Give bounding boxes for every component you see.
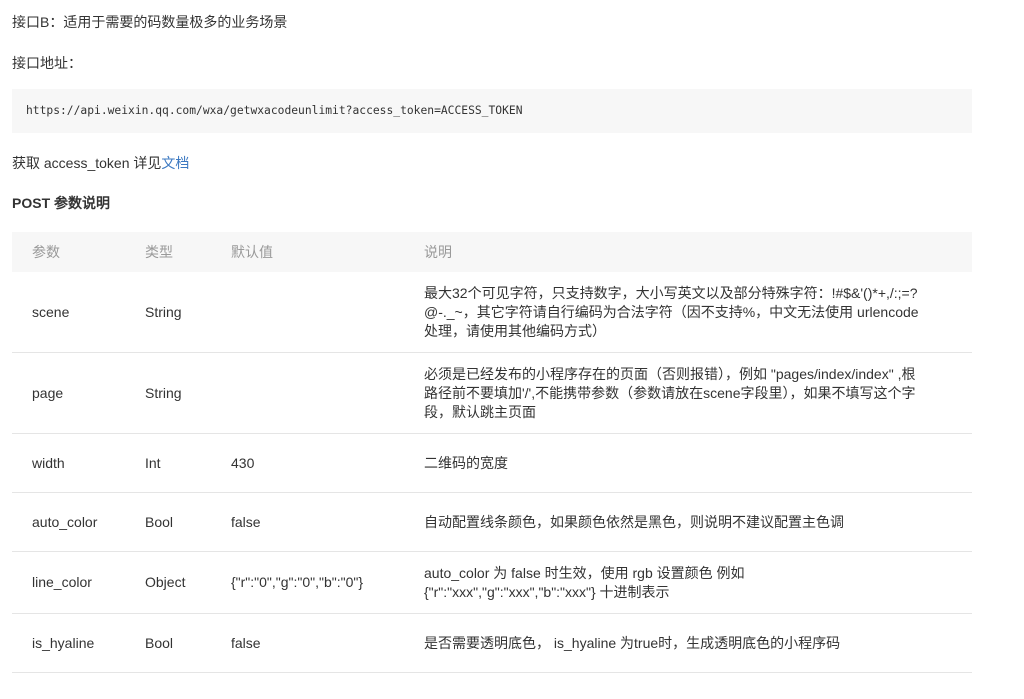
param-description-line: 必须是已经发布的小程序存在的页面（否则报错），例如 "pages/index/i… [424,365,916,382]
endpoint-url: https://api.weixin.qq.com/wxa/getwxacode… [26,104,523,117]
column-header-description: 说明 [404,232,972,272]
param-name: scene [12,272,125,353]
param-description-line: auto_color 为 false 时生效，使用 rgb 设置颜色 例如 [424,564,745,581]
param-description-line: {"r":"xxx","g":"xxx","b":"xxx"} 十进制表示 [424,583,670,600]
param-name: line_color [12,551,125,614]
param-description: 是否需要透明底色， is_hyaline 为true时，生成透明底色的小程序码 [404,613,972,673]
param-description: auto_color 为 false 时生效，使用 rgb 设置颜色 例如 {"… [404,551,972,614]
param-type: Bool [125,613,211,673]
param-description-line: 最大32个可见字符，只支持数字，大小写英文以及部分特殊字符：!#$&'()*+,… [424,284,918,301]
api-title: 接口B：适用于需要的码数量极多的业务场景 [12,14,288,30]
docs-link[interactable]: 文档 [161,155,189,171]
param-description: 自动配置线条颜色，如果颜色依然是黑色，则说明不建议配置主色调 [404,492,972,552]
params-table-body: scene String 最大32个可见字符，只支持数字，大小写英文以及部分特殊… [12,272,972,673]
address-label: 接口地址： [12,55,82,71]
param-description-line: 路径前不要填加'/',不能携带参数（参数请放在scene字段里），如果不填写这个… [424,384,916,401]
endpoint-code-block: https://api.weixin.qq.com/wxa/getwxacode… [12,89,972,133]
param-description: 二维码的宽度 [404,433,972,493]
param-type: Int [125,433,211,493]
column-header-default: 默认值 [211,232,404,272]
param-type: Bool [125,492,211,552]
param-name: is_hyaline [12,613,125,673]
token-note-text: 获取 access_token 详见 [12,155,162,171]
params-table-header: 参数 类型 默认值 说明 [12,232,972,272]
param-row-width: width Int 430 二维码的宽度 [12,433,972,493]
header-row: 参数 类型 默认值 说明 [12,232,972,272]
param-row-is-hyaline: is_hyaline Bool false 是否需要透明底色， is_hyali… [12,613,972,673]
param-type: Object [125,551,211,614]
param-default: 430 [211,433,404,493]
param-row-auto-color: auto_color Bool false 自动配置线条颜色，如果颜色依然是黑色… [12,492,972,552]
param-row-scene: scene String 最大32个可见字符，只支持数字，大小写英文以及部分特殊… [12,272,972,353]
param-default [211,272,404,353]
param-type: String [125,352,211,434]
param-description-line: 自动配置线条颜色，如果颜色依然是黑色，则说明不建议配置主色调 [424,513,844,530]
param-name: width [12,433,125,493]
param-default: false [211,613,404,673]
param-name: page [12,352,125,434]
param-name: auto_color [12,492,125,552]
param-row-line-color: line_color Object {"r":"0","g":"0","b":"… [12,551,972,614]
params-heading: POST 参数说明 [12,195,111,211]
column-header-name: 参数 [12,232,125,272]
token-note: 获取 access_token 详见文档 [12,153,189,173]
param-description-line: @-._~，其它字符请自行编码为合法字符（因不支持%，中文无法使用 urlenc… [424,303,919,320]
param-row-page: page String 必须是已经发布的小程序存在的页面（否则报错），例如 "p… [12,352,972,434]
param-type: String [125,272,211,353]
param-description-line: 二维码的宽度 [424,454,508,471]
params-table: 参数 类型 默认值 说明 scene String 最大32个可见字符，只支持数… [12,232,972,673]
column-header-type: 类型 [125,232,211,272]
param-description-line: 是否需要透明底色， is_hyaline 为true时，生成透明底色的小程序码 [424,634,841,651]
param-default: {"r":"0","g":"0","b":"0"} [211,551,404,614]
param-description-line: 处理，请使用其他编码方式） [424,322,606,339]
param-default [211,352,404,434]
param-description: 必须是已经发布的小程序存在的页面（否则报错），例如 "pages/index/i… [404,352,972,434]
param-description: 最大32个可见字符，只支持数字，大小写英文以及部分特殊字符：!#$&'()*+,… [404,272,972,353]
param-description-line: 段，默认跳主页面 [424,403,536,420]
param-default: false [211,492,404,552]
